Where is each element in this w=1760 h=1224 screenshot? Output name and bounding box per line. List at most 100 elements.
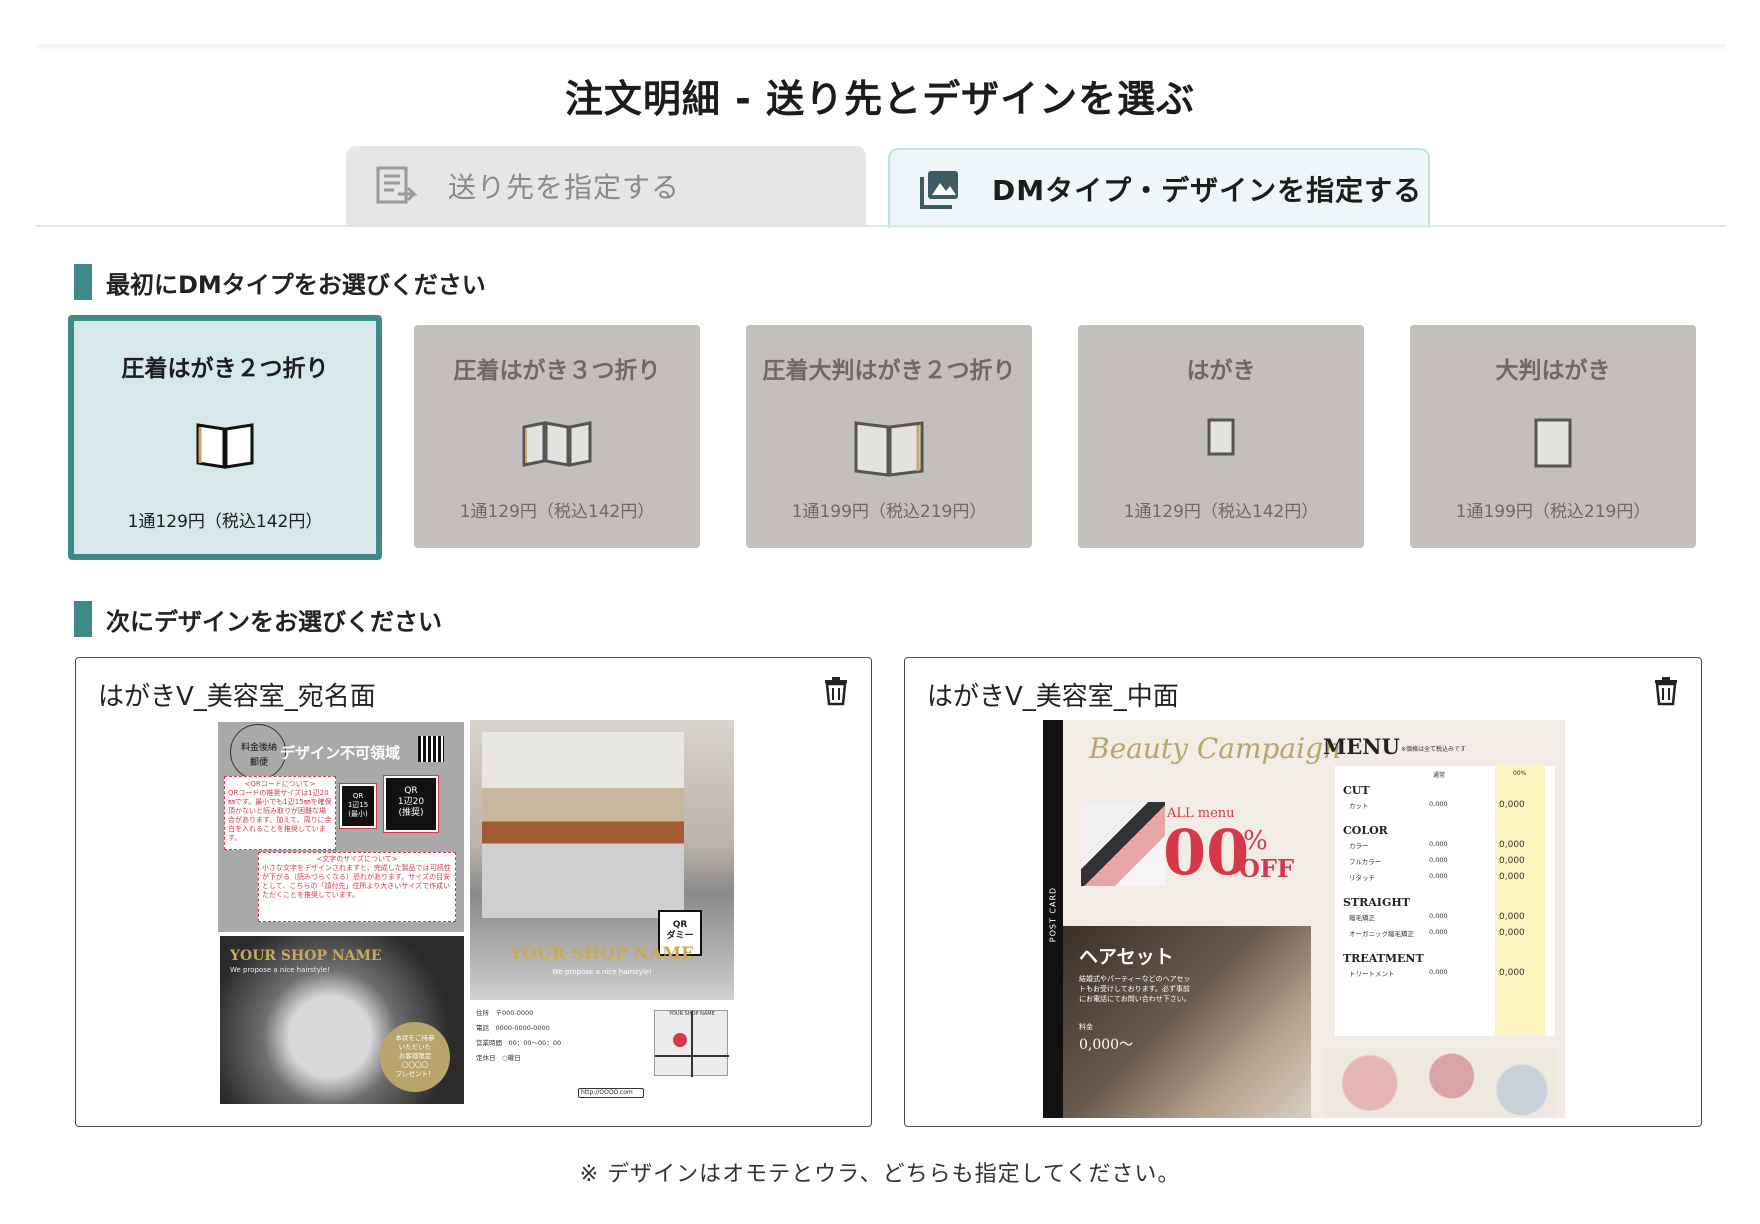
postcard-label: POST CARD [1048,886,1058,943]
text-note-body: 小さな文字をデザインされますと、完成した製品では可読性が下がる（読みづらくなる）… [262,864,451,899]
badge-line: 本状をご持参 [395,1034,435,1042]
menu-item-sale-price: 0,000 [1499,872,1525,882]
woman-portrait-photo: YOUR SHOP NAME We propose a nice hairsty… [220,936,464,1104]
menu-category: STRAIGHT [1343,896,1410,909]
section-heading-text: 次にデザインをお選びください [106,607,442,636]
badge-line: 〇〇〇〇 [402,1061,428,1069]
menu-item-regular-price: 0,000 [1429,968,1448,976]
top-border [36,44,1726,52]
info-row: 定休日 ○曜日 [476,1054,521,1062]
menu-board: 通常 00% CUT カット 0,000 0,000 COLOR カラー 0,000 0,00… [1335,766,1555,1036]
menu-item-regular-price: 0,000 [1429,912,1448,920]
tagline-small: We propose a nice hairstyle! [230,966,330,974]
qr-note-body: QRコードの推奨サイズは1辺20㎜です。最小でも1辺15㎜を確保頂かないと読み取… [228,789,332,842]
url-box: http://OOOO.com [578,1088,644,1098]
map-graphic: YOUR SHOP NAME [654,1010,729,1077]
section-heading-dm-type: 最初にDMタイプをお選びください [74,264,486,300]
dm-type-price: 1通129円（税込142円） [459,502,655,522]
tagline-large: We propose a nice hairstyle! [552,968,652,976]
info-row: 営業時間 00：00〜00：00 [476,1039,562,1047]
badge-line: プレゼント！ [395,1070,435,1078]
qr-note-box: <QRコードについて> QRコードの推奨サイズは1辺20㎜です。最小でも1辺15… [224,776,336,850]
dm-type-card-0[interactable]: 圧着はがき２つ折り 1通129円（税込142円） [68,315,382,560]
dm-type-name: 圧着大判はがき２つ折り [762,358,1016,384]
hair-set-price-label: 料金 [1079,1023,1093,1031]
discount-number: 00 [1163,816,1250,889]
postage-stamp-mark: 料金後納 郵便 [230,724,286,780]
page-title: 注文明細 - 送り先とデザインを選ぶ [564,77,1196,121]
dm-type-card-4[interactable]: 大判はがき 1通199円（税込219円） [1410,325,1696,548]
salon-interior-photo: QR ダミー YOUR SHOP NAME We propose a nice … [470,720,734,1000]
menu-title: MENU [1323,734,1400,759]
text-note-title: <文字のサイズについて> [316,855,398,863]
image-gallery-icon [918,167,962,211]
menu-item-sale-price: 0,000 [1499,800,1525,810]
no-design-header: デザイン不可領域 [280,744,401,762]
tab-recipients-label: 送り先を指定する [448,171,681,204]
menu-category: TREATMENT [1343,952,1424,965]
dm-type-card-3[interactable]: はがき 1通129円（税込142円） [1078,325,1364,548]
map-pin [673,1033,687,1047]
menu-item-sale-price: 0,000 [1499,968,1525,978]
menu-item-regular-price: 0,000 [1429,800,1448,808]
present-badge: 本状をご持参 いただいた お客様限定 〇〇〇〇 プレゼント！ [380,1022,450,1092]
discount-percent: % [1243,826,1268,856]
hair-set-title: ヘアセット [1079,946,1174,968]
design-preview-address: 料金後納 郵便 デザイン不可領域 <QRコードについて> QRコードの推奨サイズ… [218,720,734,1118]
col-regular: 通常 [1433,772,1446,779]
menu-item-label: トリートメント [1349,970,1395,978]
menu-item-sale-price: 0,000 [1499,928,1525,938]
stamp-line-1: 料金後納 [240,743,277,753]
qr-code-icon [418,736,444,762]
open-book-icon [74,419,376,479]
dm-type-name: はがき [1186,358,1256,384]
tab-dm-design[interactable]: DMタイプ・デザインを指定する [888,148,1430,228]
menu-category: COLOR [1343,824,1388,837]
menu-item-label: フルカラー [1349,858,1382,866]
menu-item-label: 縮毛矯正 [1349,914,1375,922]
qr-small-sample: QR 1辺15 (最小) [339,783,377,829]
section-heading-text: 最初にDMタイプをお選びください [106,270,486,299]
design-panel-inside[interactable]: はがきV_美容室_中面 POST CARD Beauty Campaign AL… [904,657,1702,1127]
hair-set-desc: 結婚式やパーティーなどのヘアセットもお受けしております。必ず事前にお電話にてお問… [1079,975,1191,1003]
tab-recipients[interactable]: 送り先を指定する [346,146,866,226]
text-size-note-box: <文字のサイズについて> 小さな文字をデザインされますと、完成した製品では可読性… [258,852,456,922]
info-row: 電話 0000-0000-0000 [476,1024,550,1032]
menu-item-label: カラー [1349,842,1369,850]
scissors-photo [1081,802,1165,886]
design-title: はがきV_美容室_中面 [927,682,1179,712]
badge-line: お客様限定 [398,1052,432,1060]
map-road [655,1055,729,1057]
col-sale: 00% [1513,770,1527,777]
dm-type-card-2[interactable]: 圧着大判はがき２つ折り 1通199円（税込219円） [746,325,1032,548]
menu-item-label: オーガニック縮毛矯正 [1349,930,1414,938]
heading-accent-bar [74,601,92,637]
trash-icon[interactable] [823,676,849,706]
design-preview-inside: POST CARD Beauty Campaign ALL menu 00 % … [1043,720,1565,1118]
trash-icon[interactable] [1653,676,1679,706]
menu-item-regular-price: 0,000 [1429,928,1448,936]
design-title: はがきV_美容室_宛名面 [98,682,376,712]
badge-line: いただいた [398,1043,432,1051]
menu-item-regular-price: 0,000 [1429,840,1448,848]
heading-accent-bar [74,264,92,300]
discount-off: OFF [1239,854,1294,883]
map-road [691,1011,693,1077]
design-panel-address-side[interactable]: はがきV_美容室_宛名面 料金後納 郵便 デザイン不可領域 <QRコードについて… [75,657,872,1127]
qr-large-sample: QR 1辺20 (推奨) [383,775,439,833]
shop-info: 住所 〒000-0000 電話 0000-0000-0000 営業時間 00：0… [476,1006,646,1066]
salon-photo-inner [482,732,684,918]
qr-note-title: <QRコードについて> [244,780,316,788]
tab-dm-design-label: DMタイプ・デザインを指定する [992,174,1423,207]
hair-set-photo: ヘアセット 結婚式やパーティーなどのヘアセットもお受けしております。必ず事前にお… [1063,926,1311,1118]
postcard-side-strip: POST CARD [1043,720,1063,1118]
dm-type-card-1[interactable]: 圧着はがき３つ折り 1通129円（税込142円） [414,325,700,548]
campaign-title: Beauty Campaign [1089,732,1342,765]
large-postcard-icon [1410,417,1696,477]
shop-name-small: YOUR SHOP NAME [230,948,382,964]
dm-type-price: 1通129円（税込142円） [127,512,323,532]
menu-item-regular-price: 0,000 [1429,872,1448,880]
menu-category: CUT [1343,784,1370,797]
dm-type-price: 1通129円（税込142円） [1123,502,1319,522]
dm-type-price: 1通199円（税込219円） [791,502,987,522]
